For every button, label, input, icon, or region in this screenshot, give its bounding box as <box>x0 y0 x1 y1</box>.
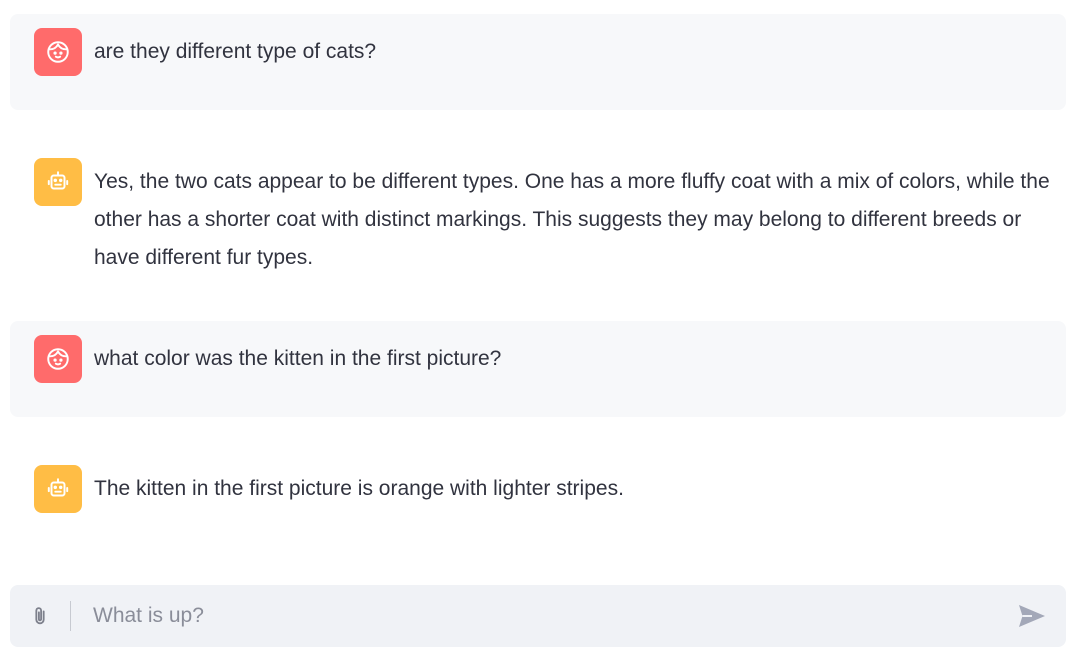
chat-message-user: are they different type of cats? <box>10 14 1066 110</box>
user-face-icon <box>47 41 69 63</box>
robot-icon <box>47 171 69 190</box>
message-text: Yes, the two cats appear to be different… <box>94 170 1050 269</box>
attach-button[interactable] <box>10 585 70 647</box>
message-text: The kitten in the first picture is orang… <box>94 477 624 500</box>
chat-composer <box>10 585 1066 647</box>
user-avatar <box>34 335 82 383</box>
message-text: are they different type of cats? <box>94 40 377 63</box>
chat-input[interactable] <box>71 585 998 647</box>
assistant-avatar <box>34 158 82 206</box>
paperclip-icon <box>35 607 45 625</box>
chat-message-user: what color was the kitten in the first p… <box>10 321 1066 417</box>
send-button[interactable] <box>998 585 1066 647</box>
chat-message-assistant: The kitten in the first picture is orang… <box>10 451 1066 531</box>
user-face-icon <box>47 348 69 370</box>
chat-message-assistant: Yes, the two cats appear to be different… <box>10 144 1066 284</box>
robot-icon <box>47 478 69 497</box>
message-text: what color was the kitten in the first p… <box>94 347 502 370</box>
user-avatar <box>34 28 82 76</box>
chat-app: are they different type of cats? Yes, th… <box>0 0 1072 658</box>
send-icon <box>1019 605 1045 627</box>
assistant-avatar <box>34 465 82 513</box>
